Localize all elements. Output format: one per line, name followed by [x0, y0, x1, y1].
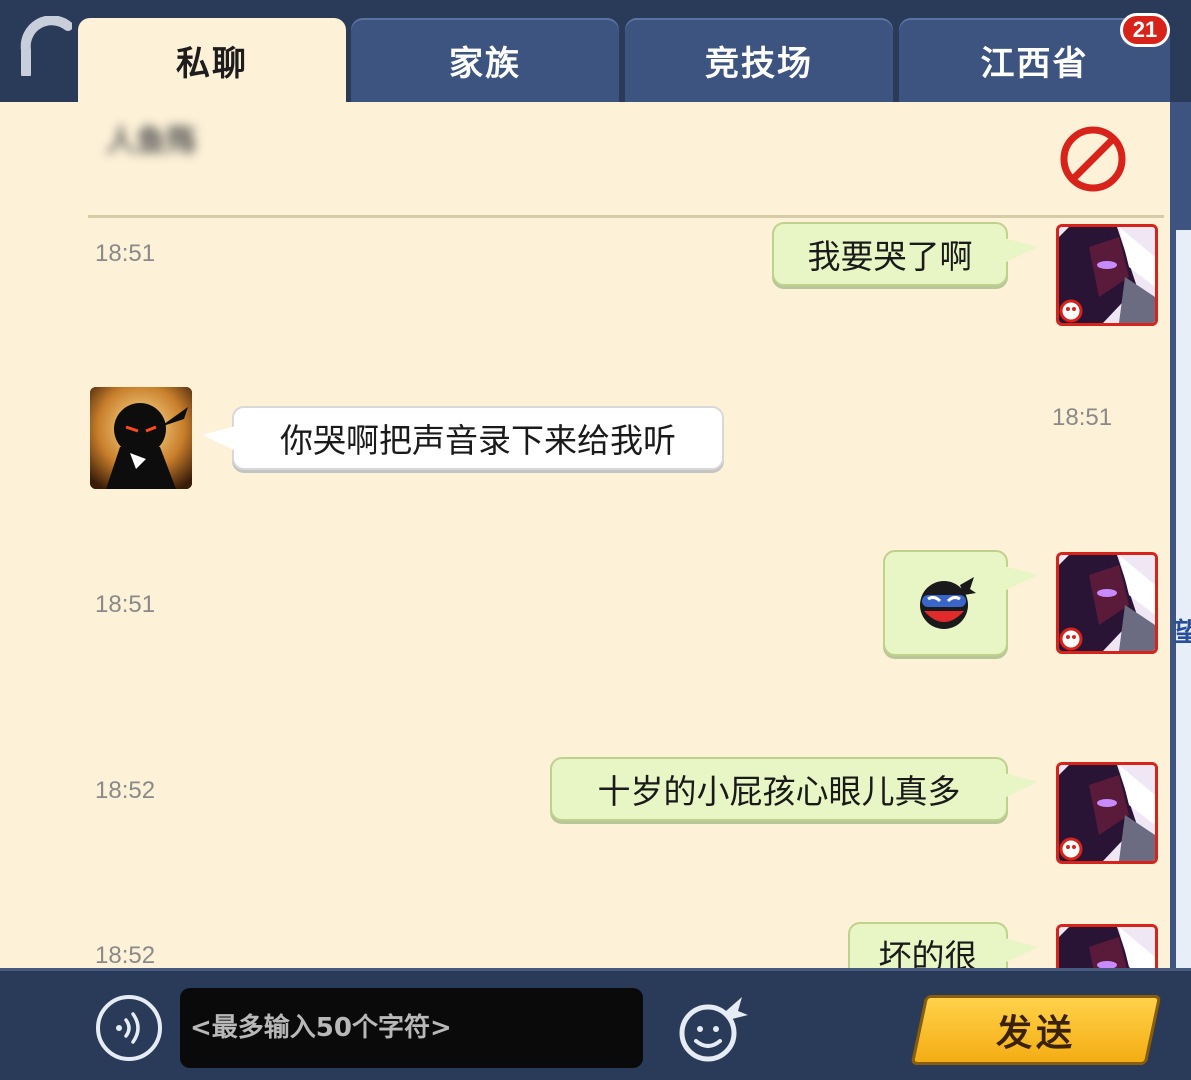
self-avatar[interactable] [1056, 552, 1158, 654]
partner-name: 人鱼殇 [106, 124, 196, 159]
message-text: 坏的很 [878, 937, 978, 968]
right-rail-label: 望 [1174, 618, 1191, 648]
message-time: 18:51 [95, 591, 156, 618]
voice-button[interactable] [96, 995, 162, 1061]
back-arc-icon[interactable] [16, 16, 72, 76]
top-tab-bar: 私聊 家族 竞技场 江西省 21 [0, 0, 1191, 102]
message-time: 18:51 [95, 240, 156, 267]
message-time: 18:52 [95, 777, 156, 804]
self-avatar-image [1059, 765, 1155, 861]
partner-avatar-image [90, 387, 192, 489]
send-button[interactable]: 发送 [910, 995, 1162, 1065]
message-bubble-other[interactable]: 你哭啊把声音录下来给我听 [202, 406, 724, 470]
message-input[interactable] [180, 988, 643, 1068]
message-text: 我要哭了啊 [807, 237, 973, 276]
ninja-face-sticker [919, 577, 976, 629]
emoji-icon[interactable] [676, 991, 750, 1063]
self-avatar-image [1059, 227, 1155, 323]
message-time: 18:52 [95, 942, 156, 968]
unread-badge: 21 [1120, 13, 1170, 47]
self-avatar[interactable] [1056, 924, 1158, 968]
message-text: 十岁的小屁孩心眼儿真多 [597, 772, 961, 811]
tab-family[interactable]: 家族 [351, 18, 619, 102]
partner-avatar[interactable] [90, 387, 192, 489]
message-bubble-self[interactable]: 我要哭了啊 [772, 222, 1038, 286]
self-avatar[interactable] [1056, 224, 1158, 326]
send-button-label: 发送 [995, 1013, 1076, 1054]
message-text: 你哭啊把声音录下来给我听 [280, 421, 676, 460]
self-avatar[interactable] [1056, 762, 1158, 864]
voice-icon [116, 1012, 140, 1044]
message-bubble-self[interactable]: 十岁的小屁孩心眼儿真多 [550, 757, 1038, 821]
message-time: 18:51 [1052, 404, 1113, 431]
message-bubble-self[interactable] [883, 550, 1038, 656]
chat-header: 人鱼殇 [88, 102, 1164, 218]
self-avatar-image [1059, 555, 1155, 651]
right-rail-strip [1176, 230, 1191, 968]
block-icon[interactable] [1058, 124, 1128, 194]
tab-private-chat[interactable]: 私聊 [78, 18, 346, 102]
tab-arena[interactable]: 竞技场 [625, 18, 893, 102]
message-bubble-self[interactable]: 坏的很 [848, 922, 1038, 968]
chat-panel: 人鱼殇 18:51 我要哭了啊 你哭啊把声音录下来给我听 18:51 18:51… [0, 102, 1170, 968]
input-bar: 发送 [0, 968, 1191, 1080]
self-avatar-image [1059, 927, 1155, 968]
